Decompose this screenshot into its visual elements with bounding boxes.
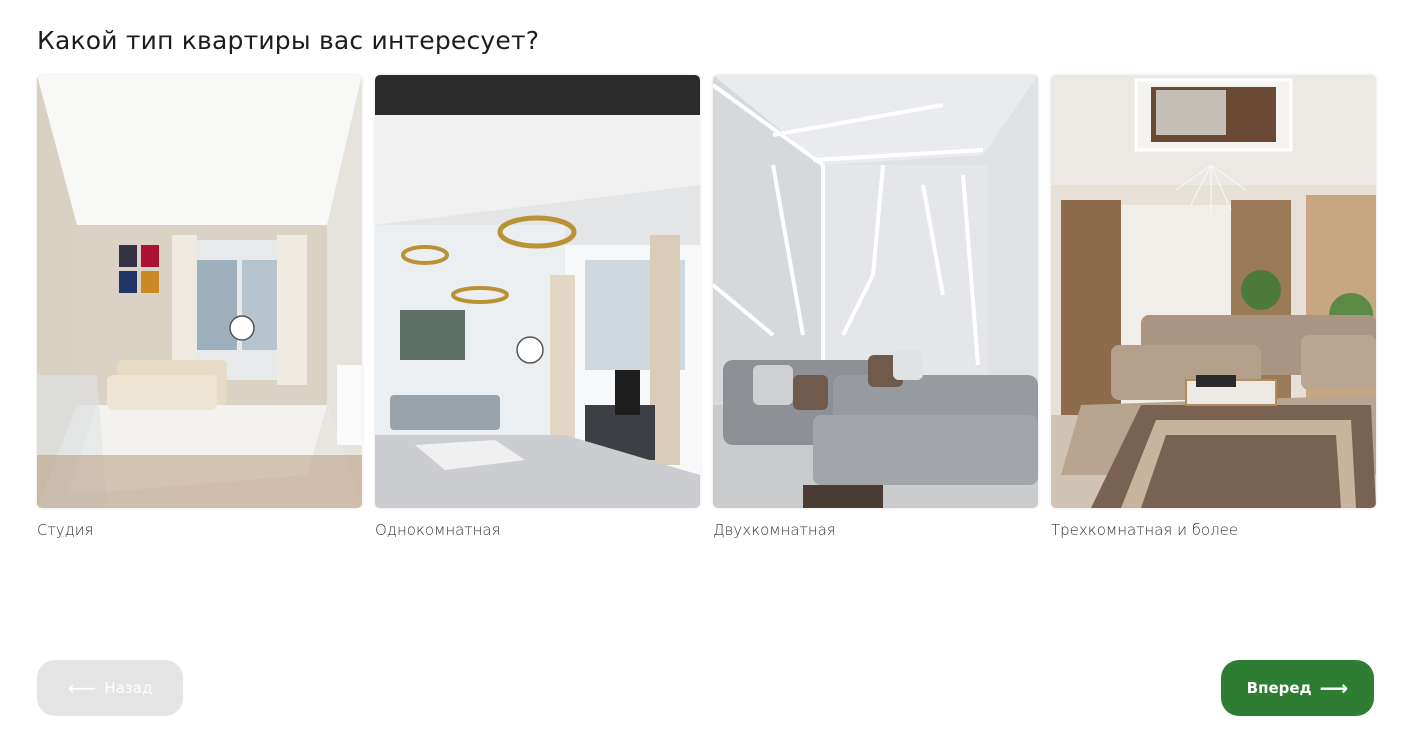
option-card-two-room[interactable]: Двухкомнатная — [713, 75, 1038, 539]
option-label: Трехкомнатная и более — [1051, 521, 1239, 539]
arrow-right-icon: ⟶ — [1319, 676, 1349, 700]
studio-photo[interactable] — [37, 75, 362, 508]
two-room-photo[interactable] — [713, 75, 1038, 508]
option-card-three-room-plus[interactable]: Трехкомнатная и более — [1051, 75, 1376, 539]
three-room-photo[interactable] — [1051, 75, 1376, 508]
arrow-left-icon: ⟵ — [67, 676, 97, 700]
quiz-page: Какой тип квартиры вас интересует? Студи… — [0, 0, 1410, 742]
option-label: Однокомнатная — [375, 521, 501, 539]
apartment-type-options: Студия Однокомнатная Двухкомнатная Трехк… — [37, 75, 1376, 539]
back-button[interactable]: ⟵ Назад — [37, 660, 183, 716]
option-label: Студия — [37, 521, 94, 539]
next-button[interactable]: Вперед ⟶ — [1221, 660, 1374, 716]
one-room-photo[interactable] — [375, 75, 700, 508]
next-button-label: Вперед — [1246, 679, 1312, 697]
back-button-label: Назад — [104, 679, 153, 697]
option-card-studio[interactable]: Студия — [37, 75, 362, 539]
option-card-one-room[interactable]: Однокомнатная — [375, 75, 700, 539]
option-label: Двухкомнатная — [713, 521, 836, 539]
question-title: Какой тип квартиры вас интересует? — [37, 26, 540, 55]
